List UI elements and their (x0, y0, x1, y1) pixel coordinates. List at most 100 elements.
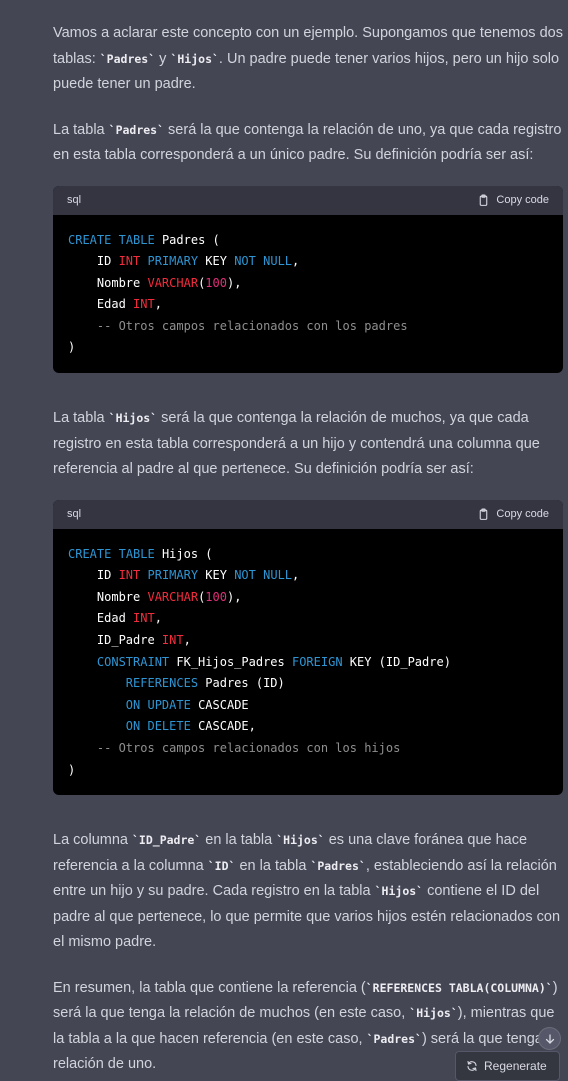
code-token: PRIMARY (147, 568, 199, 583)
paragraph-hijos: La tabla `Hijos` será la que contenga la… (53, 406, 563, 483)
assistant-message: Vamos a aclarar este concepto con un eje… (53, 0, 563, 1078)
code-header: sql Copy code (53, 185, 563, 215)
code-line: ON DELETE CASCADE, (68, 719, 256, 733)
code-token: UPDATE (147, 697, 191, 712)
code-token: , (183, 632, 191, 647)
code-token: ), (226, 589, 242, 604)
code-token: INT (133, 297, 155, 312)
code-token: KEY (198, 568, 235, 583)
code-token: 100 (205, 589, 227, 604)
code-token: Hijos ( (154, 546, 213, 561)
code-token: NULL (263, 568, 293, 583)
code-token: , (154, 297, 162, 312)
code-content: CREATE TABLE Hijos ( ID INT PRIMARY KEY … (53, 529, 563, 796)
code-token: TABLE (118, 546, 155, 561)
code-token: NOT (234, 254, 256, 269)
paragraph-intro: Vamos a aclarar este concepto con un eje… (53, 21, 563, 98)
scroll-to-bottom-button[interactable] (538, 1027, 561, 1050)
code-token: CREATE (68, 546, 112, 561)
code-line: -- Otros campos relacionados con los pad… (68, 319, 408, 333)
code-token: KEY (ID_Padre) (342, 654, 451, 669)
code-token: VARCHAR (147, 275, 199, 290)
clipboard-icon (480, 194, 488, 206)
code-line: REFERENCES Padres (ID) (68, 676, 285, 690)
inline-code: `Padres` (99, 51, 156, 66)
code-token: ) (68, 340, 76, 355)
text-segment: y (155, 50, 171, 67)
code-token: CASCADE (190, 697, 249, 712)
code-line: CREATE TABLE Hijos ( (68, 547, 213, 561)
code-line: ) (68, 340, 75, 354)
code-token: VARCHAR (147, 589, 199, 604)
code-token: REFERENCES (125, 676, 199, 691)
arrow-down-icon (545, 1033, 554, 1044)
copy-code-button[interactable]: Copy code (477, 508, 549, 521)
paragraph-explicacion: La columna `ID_Padre` en la tabla `Hijos… (53, 828, 563, 956)
code-line: Edad INT, (68, 611, 162, 625)
code-line: ID INT PRIMARY KEY NOT NULL, (68, 568, 299, 582)
code-token: ON (125, 719, 141, 734)
code-token: ID (68, 568, 119, 583)
code-token: Nombre (68, 275, 148, 290)
code-content: CREATE TABLE Padres ( ID INT PRIMARY KEY… (53, 215, 563, 374)
text-segment: La tabla (53, 121, 109, 138)
code-token: CONSTRAINT (96, 654, 170, 669)
code-token: -- Otros campos relacionados con los hij… (68, 740, 401, 755)
code-token: PRIMARY (147, 254, 199, 269)
code-token: NULL (263, 254, 293, 269)
regenerate-button[interactable]: Regenerate (455, 1051, 560, 1081)
code-language: sql (67, 508, 82, 521)
code-line: ID INT PRIMARY KEY NOT NULL, (68, 254, 299, 268)
code-token: CASCADE, (190, 719, 256, 734)
copy-code-label: Copy code (496, 508, 549, 521)
copy-code-button[interactable]: Copy code (477, 194, 549, 207)
code-token: INT (161, 632, 184, 647)
code-token: INT (118, 254, 141, 269)
code-header: sql Copy code (53, 499, 563, 529)
code-token: INT (133, 611, 155, 626)
code-token: FK_Hijos_Padres (169, 654, 292, 669)
text-segment: La columna (53, 832, 132, 849)
code-block-hijos: sql Copy code CREATE TABLE Hijos ( ID IN… (53, 499, 563, 796)
code-line: Edad INT, (68, 297, 162, 311)
code-token: , (292, 254, 300, 269)
code-token: TABLE (118, 232, 155, 247)
regenerate-label: Regenerate (484, 1059, 547, 1073)
code-token: Edad (68, 297, 134, 312)
code-line: Nombre VARCHAR(100), (68, 589, 242, 604)
code-line: CREATE TABLE Padres ( (68, 233, 220, 247)
code-token: ) (68, 762, 76, 777)
text-segment: En resumen, la tabla que contiene la ref… (53, 979, 366, 996)
code-token: ID (68, 254, 119, 269)
inline-code: `Padres` (108, 122, 165, 137)
code-token: Padres (ID) (198, 676, 285, 691)
code-token: ID_Padre (68, 632, 162, 647)
text-segment: La tabla (53, 410, 109, 427)
code-token: NOT (234, 568, 256, 583)
code-token: -- Otros campos relacionados con los pad… (68, 318, 408, 333)
code-language: sql (67, 194, 82, 206)
inline-code: `ID_Padre` (132, 833, 202, 848)
code-token: ON (125, 697, 141, 712)
inline-code: `Hijos` (374, 884, 424, 899)
refresh-icon (467, 1060, 477, 1072)
code-line: -- Otros campos relacionados con los hij… (68, 741, 400, 755)
code-line: ID_Padre INT, (68, 633, 191, 647)
code-token: DELETE (147, 719, 191, 734)
code-token: FOREIGN (291, 654, 343, 669)
inline-code: `REFERENCES TABLA(COLUMNA)` (365, 980, 553, 995)
code-token: Edad (68, 611, 134, 626)
inline-code: `Padres` (310, 858, 366, 873)
code-token: KEY (198, 254, 235, 269)
inline-code: `Hijos` (409, 1006, 458, 1021)
code-token: , (154, 611, 162, 626)
code-block-padres: sql Copy code CREATE TABLE Padres ( ID I… (53, 185, 563, 374)
